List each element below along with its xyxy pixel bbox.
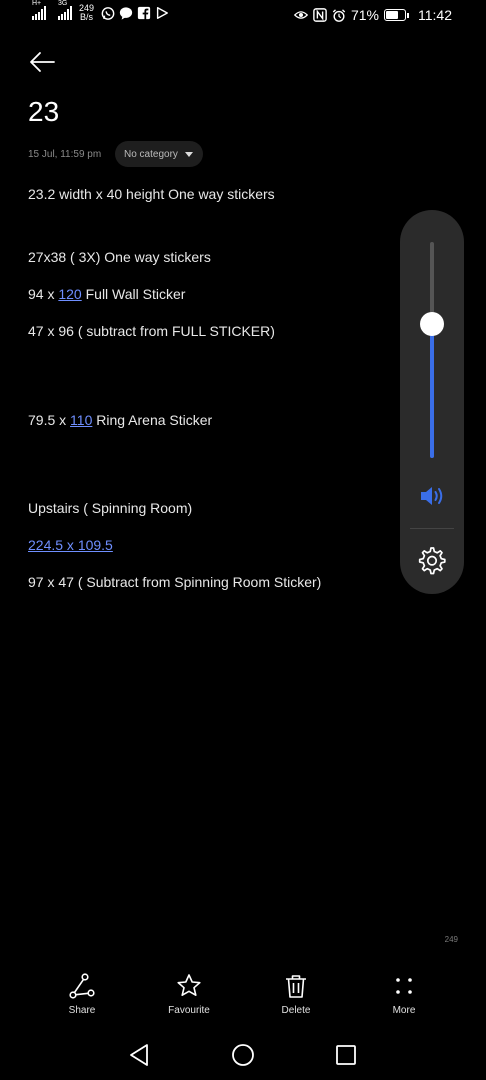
volume-slider-fill (430, 324, 434, 458)
char-counter: 249 (444, 935, 458, 944)
eye-icon (293, 8, 308, 22)
volume-panel (400, 210, 464, 594)
signal-icon: H+ (32, 0, 46, 20)
speaker-icon[interactable] (418, 484, 446, 508)
network-type-label-2: 3G (58, 0, 68, 7)
recents-icon[interactable] (333, 1042, 359, 1068)
network-speed: 249 B/s (79, 4, 94, 22)
note-line[interactable]: 47 x 96 ( subtract from FULL STICKER) (28, 323, 275, 339)
back-arrow-icon[interactable] (28, 50, 56, 74)
bottom-toolbar: Share Favourite Delete More (0, 968, 486, 1024)
note-line[interactable]: 27x38 ( 3X) One way stickers (28, 249, 211, 265)
favourite-label: Favourite (168, 1005, 210, 1016)
dropdown-arrow-icon (184, 151, 193, 157)
number-link[interactable]: 120 (58, 286, 81, 302)
status-right: 71% 11:42 (293, 7, 452, 23)
delete-label: Delete (281, 1005, 311, 1016)
volume-slider-track[interactable] (430, 242, 434, 458)
gear-icon[interactable] (417, 546, 447, 576)
share-label: Share (68, 1005, 96, 1016)
note-title[interactable]: 23 (28, 96, 59, 128)
note-line[interactable]: 97 x 47 ( Subtract from Spinning Room St… (28, 574, 321, 590)
status-left: H+ 3G 249 B/s (32, 0, 169, 22)
network-speed-unit: B/s (80, 12, 94, 22)
category-dropdown[interactable]: No category (115, 141, 203, 167)
volume-divider (410, 528, 454, 529)
note-line[interactable]: 94 x 120 Full Wall Sticker (28, 286, 185, 302)
home-icon[interactable] (230, 1042, 256, 1068)
chat-bubble-icon (119, 6, 133, 20)
battery-icon (384, 9, 409, 21)
network-type-label: H+ (32, 0, 42, 7)
trash-icon (282, 972, 310, 1000)
back-icon[interactable] (126, 1042, 152, 1068)
clock: 11:42 (418, 7, 452, 23)
note-line[interactable]: 79.5 x 110 Ring Arena Sticker (28, 412, 212, 428)
volume-slider-knob[interactable] (420, 312, 444, 337)
share-button[interactable]: Share (42, 968, 122, 1016)
more-label: More (392, 1005, 416, 1016)
star-icon (175, 972, 203, 1000)
note-line[interactable]: Upstairs ( Spinning Room) (28, 500, 192, 516)
number-link[interactable]: 224.5 x 109.5 (28, 537, 113, 553)
note-line[interactable]: 224.5 x 109.5 (28, 537, 113, 553)
more-button[interactable]: More (364, 968, 444, 1016)
note-line[interactable]: 23.2 width x 40 height One way stickers (28, 186, 275, 202)
favourite-button[interactable]: Favourite (149, 968, 229, 1016)
note-date: 15 Jul, 11:59 pm (28, 149, 102, 160)
nfc-icon (313, 8, 327, 22)
play-icon (155, 6, 169, 20)
battery-percent: 71% (350, 7, 379, 23)
status-bar: H+ 3G 249 B/s 71% 11:42 (0, 0, 486, 32)
whatsapp-icon (101, 6, 115, 20)
delete-button[interactable]: Delete (256, 968, 336, 1016)
category-label: No category (124, 148, 178, 160)
signal-icon-2: 3G (58, 0, 72, 20)
share-icon (68, 972, 96, 1000)
facebook-icon (137, 6, 151, 20)
alarm-icon (332, 8, 346, 22)
number-link[interactable]: 110 (70, 412, 92, 428)
system-navbar (0, 1036, 486, 1080)
more-dots-icon (390, 972, 418, 1000)
